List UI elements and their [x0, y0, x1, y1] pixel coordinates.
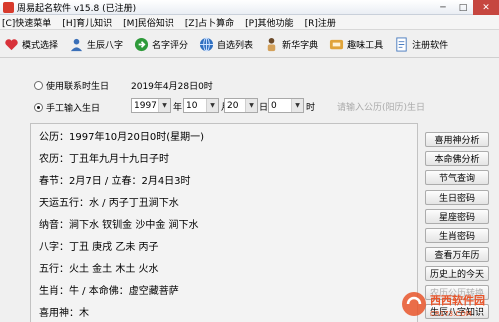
bazi-line: 八字：丁丑 庚戌 乙未 丙子	[39, 242, 159, 253]
menu-register[interactable]: [R]注册	[305, 16, 336, 29]
menu-other[interactable]: [P]其他功能	[245, 16, 293, 29]
day-value: 20	[227, 100, 239, 111]
document-icon	[394, 36, 409, 52]
year-value: 1997	[134, 100, 157, 111]
xinhua-dict-button[interactable]: 新华字典	[264, 34, 318, 55]
watermark-url: CR173.COM	[430, 310, 472, 318]
contact-birthday-option[interactable]: 使用联系时生日	[34, 79, 109, 92]
watermark-logo: 西西软件园 CR173.COM	[402, 292, 485, 318]
input-hint: 请输入公历(阳历)生日	[337, 103, 426, 113]
solar-term-query-button[interactable]: 节气查询	[425, 170, 489, 185]
year-select[interactable]: 1997 ▼	[131, 98, 171, 113]
toolbar: 模式选择 生辰八字 名字评分 自选列表 新华字典 趣味工具 注册软件	[0, 31, 499, 58]
close-button[interactable]: ✕	[473, 0, 499, 15]
fun-tools-label: 趣味工具	[347, 40, 384, 51]
menu-quick[interactable]: [C]快速菜单	[2, 16, 51, 29]
manual-birthday-label: 手工输入生日	[46, 104, 101, 114]
menu-folk[interactable]: [M]民俗知识	[123, 16, 174, 29]
contact-birthday-radio[interactable]	[34, 81, 43, 90]
self-list-label: 自选列表	[217, 40, 254, 51]
globe-icon	[199, 36, 214, 52]
chevron-down-icon: ▼	[245, 99, 257, 112]
menu-bar: [C]快速菜单 [H]育儿知识 [M]民俗知识 [Z]占卜算命 [P]其他功能 …	[0, 15, 499, 30]
mode-select-button[interactable]: 模式选择	[4, 34, 58, 55]
favorable-god-line: 喜用神：木	[39, 308, 89, 319]
zodiac-line: 生肖：牛 / 本命佛：虚空藏菩萨	[39, 286, 179, 297]
menu-divination[interactable]: [Z]占卜算命	[185, 16, 234, 29]
bazi-info-panel: 公历：1997年10月20日0时(星期一) 农历：丁丑年九月十九日子时 春节：2…	[30, 123, 418, 322]
watermark-brand: 西西软件园	[430, 293, 485, 307]
day-unit: 日	[259, 103, 269, 113]
heaven-element-line: 天运五行：水 / 丙子丁丑涧下水	[39, 198, 179, 209]
hour-select[interactable]: 0 ▼	[268, 98, 304, 113]
month-select[interactable]: 10 ▼	[183, 98, 219, 113]
manual-birthday-option[interactable]: 手工输入生日	[34, 101, 100, 114]
arrow-right-icon	[134, 37, 149, 52]
minimize-button[interactable]: ─	[433, 0, 453, 15]
manual-birthday-radio[interactable]	[34, 103, 43, 112]
register-software-button[interactable]: 注册软件	[394, 34, 448, 55]
mode-select-label: 模式选择	[22, 40, 59, 51]
birth-bazi-button[interactable]: 生辰八字	[69, 34, 123, 55]
user-icon	[69, 37, 84, 52]
zodiac-code-button[interactable]: 生肖密码	[425, 228, 489, 243]
spring-festival-line: 春节：2月7日 / 立春：2月4日3时	[39, 176, 191, 187]
solar-date-line: 公历：1997年10月20日0时(星期一)	[39, 132, 205, 143]
year-unit: 年	[173, 103, 183, 113]
month-value: 10	[186, 100, 198, 111]
day-select[interactable]: 20 ▼	[224, 98, 258, 113]
person-icon	[264, 37, 279, 52]
constellation-code-button[interactable]: 星座密码	[425, 209, 489, 224]
tools-icon	[329, 37, 344, 52]
contact-birthday-label: 使用联系时生日	[46, 82, 110, 92]
contact-date-text: 2019年4月28日0时	[131, 82, 213, 92]
name-score-button[interactable]: 名字评分	[134, 34, 188, 55]
perpetual-calendar-button[interactable]: 查看万年历	[425, 247, 489, 262]
birth-bazi-label: 生辰八字	[87, 40, 124, 51]
window-controls: ─ □ ✕	[433, 0, 499, 15]
destiny-buddha-analysis-button[interactable]: 本命佛分析	[425, 151, 489, 166]
chevron-down-icon: ▼	[158, 99, 170, 112]
register-software-label: 注册软件	[412, 40, 449, 51]
fun-tools-button[interactable]: 趣味工具	[329, 34, 383, 55]
history-today-button[interactable]: 历史上的今天	[425, 266, 489, 281]
maximize-button[interactable]: □	[453, 0, 473, 15]
chevron-down-icon: ▼	[291, 99, 303, 112]
heart-icon	[4, 37, 19, 52]
title-bar: 周易起名软件 v15.8 (已注册) ─ □ ✕	[0, 0, 499, 15]
birthday-code-button[interactable]: 生日密码	[425, 190, 489, 205]
menu-parenting[interactable]: [H]育儿知识	[62, 16, 112, 29]
window-title: 周易起名软件 v15.8 (已注册)	[17, 3, 137, 14]
five-elements-line: 五行：火土 金土 木土 火水	[39, 264, 159, 275]
name-score-label: 名字评分	[152, 40, 189, 51]
app-icon	[3, 1, 14, 13]
hour-value: 0	[271, 100, 277, 111]
chevron-down-icon: ▼	[206, 99, 218, 112]
hour-unit: 时	[306, 103, 316, 113]
nayin-line: 纳音：涧下水 钗钏金 沙中金 涧下水	[39, 220, 199, 231]
xinhua-dict-label: 新华字典	[282, 40, 319, 51]
self-list-button[interactable]: 自选列表	[199, 34, 253, 55]
favorable-god-analysis-button[interactable]: 喜用神分析	[425, 132, 489, 147]
lunar-date-line: 农历：丁丑年九月十九日子时	[39, 154, 169, 165]
